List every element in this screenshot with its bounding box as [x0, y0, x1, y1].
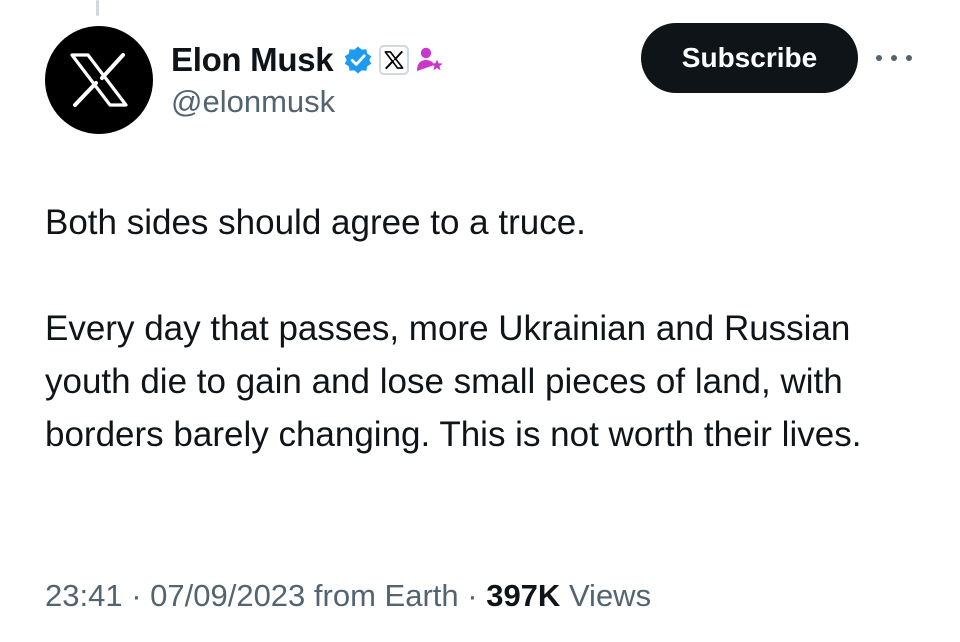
more-dot — [876, 55, 882, 61]
tweet-paragraph: Both sides should agree to a truce. — [45, 203, 586, 242]
user-star-icon[interactable] — [415, 45, 445, 75]
author-name-row: Elon Musk — [171, 38, 445, 82]
subscribe-button[interactable]: Subscribe — [641, 23, 858, 93]
tweet-time[interactable]: 23:41 — [45, 578, 123, 613]
verified-badge-icon[interactable] — [343, 45, 373, 75]
tweet-source: from Earth — [313, 578, 459, 613]
more-dot — [906, 55, 912, 61]
more-options-icon[interactable] — [876, 48, 912, 68]
x-logo-icon — [70, 53, 128, 107]
tweet-body: Both sides should agree to a truce. Ever… — [45, 196, 925, 461]
author-handle[interactable]: @elonmusk — [171, 84, 335, 120]
more-dot — [891, 55, 897, 61]
thread-connector-line — [96, 0, 99, 16]
tweet-date[interactable]: 07/09/2023 — [150, 578, 305, 613]
views-count[interactable]: 397K — [486, 578, 560, 613]
tweet-paragraph: Every day that passes, more Ukrainian an… — [45, 309, 862, 454]
avatar[interactable] — [45, 26, 153, 134]
author-display-name[interactable]: Elon Musk — [171, 41, 334, 79]
views-label[interactable]: Views — [569, 578, 651, 613]
tweet-meta: 23:41 · 07/09/2023 from Earth · 397K Vie… — [45, 578, 651, 614]
meta-separator: · — [122, 578, 151, 613]
meta-separator: · — [458, 578, 487, 613]
tweet-view: Elon Musk @elonmusk Subscribe Both sides… — [0, 0, 960, 642]
x-affiliate-badge-icon[interactable] — [379, 45, 410, 75]
